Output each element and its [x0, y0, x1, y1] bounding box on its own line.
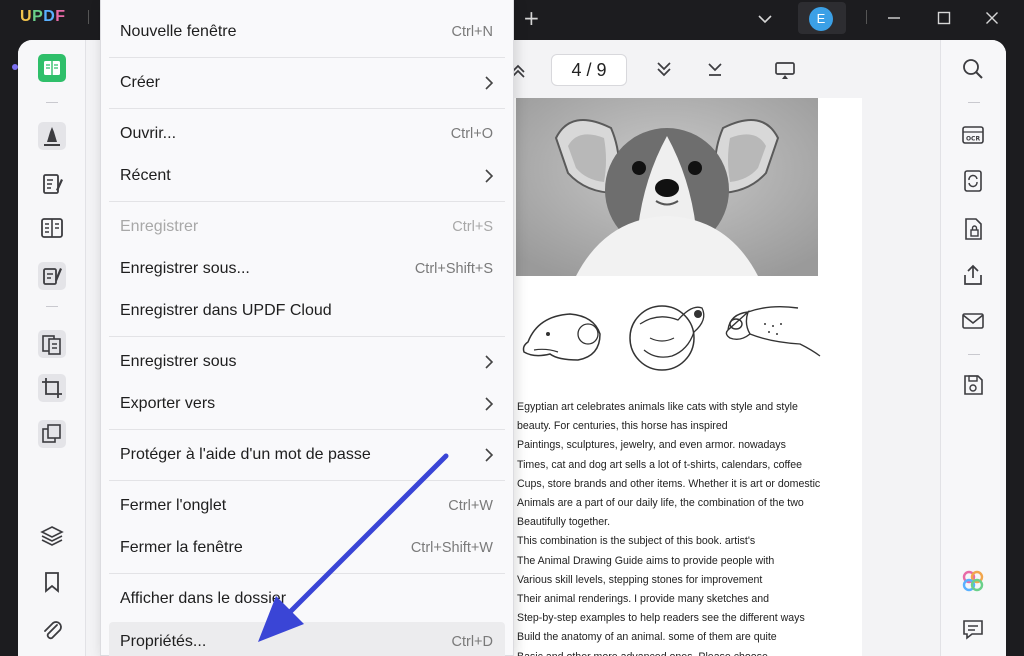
text-line: Times, cat and dog art sells a lot of t-… — [517, 458, 802, 471]
text-line: Build the anatomy of an animal. some of … — [517, 631, 777, 644]
text-line: Various skill levels, stepping stones fo… — [517, 573, 763, 586]
minimize-icon[interactable] — [886, 10, 902, 26]
email-icon[interactable] — [960, 308, 986, 334]
dog-head-sketch-2 — [629, 305, 705, 371]
menu-item-save: Enregistrer Ctrl+S — [120, 218, 493, 235]
menu-divider — [109, 108, 505, 109]
text-line: Beautifully together. — [517, 516, 611, 529]
chevron-right-icon — [485, 397, 494, 411]
text-line: Their animal renderings. I provide many … — [517, 593, 770, 606]
file-menu: Nouvelle fenêtre Ctrl+N Créer Ouvrir... … — [100, 0, 514, 656]
menu-item-close-window[interactable]: Fermer la fenêtre Ctrl+Shift+W — [109, 528, 505, 568]
updf-logo: UPDF — [20, 8, 66, 25]
pdf-page: Egyptian art celebrates animals like cat… — [498, 98, 862, 656]
text-line: Paintings, sculptures, jewelry, and even… — [517, 439, 786, 452]
last-page-icon[interactable] — [703, 58, 727, 82]
presentation-mode-icon[interactable] — [773, 58, 797, 82]
text-line: Step-by-step examples to help readers se… — [517, 612, 805, 625]
menu-divider — [109, 573, 505, 574]
menu-item-protect-password[interactable]: Protéger à l'aide d'un mot de passe — [109, 435, 505, 475]
svg-text:OCR: OCR — [966, 136, 981, 143]
right-toolbar: OCR — [940, 40, 1006, 656]
chevron-right-icon — [485, 76, 494, 90]
dog-muzzle-sketch — [725, 305, 821, 357]
reader-mode-icon[interactable] — [38, 54, 66, 82]
account-button[interactable]: E — [798, 2, 846, 34]
menu-item-save-as-submenu[interactable]: Enregistrer sous — [109, 342, 505, 382]
edit-pdf-icon[interactable] — [38, 170, 66, 198]
save-icon[interactable] — [960, 372, 986, 398]
page-organize-icon[interactable] — [38, 214, 66, 242]
page-number-field[interactable]: 4 / 9 — [551, 54, 627, 86]
dog-head-sketch-1 — [522, 313, 601, 361]
menu-item-show-in-folder[interactable]: Afficher dans le dossier — [109, 579, 505, 619]
toolbar-divider — [46, 102, 58, 103]
text-line: Basic and other more advanced ones. Plea… — [517, 648, 847, 656]
organize-pages-icon[interactable] — [38, 330, 66, 358]
bookmark-icon[interactable] — [38, 568, 66, 596]
avatar: E — [809, 7, 833, 31]
title-bar-divider — [866, 10, 867, 24]
toolbar-divider — [968, 102, 980, 103]
search-icon[interactable] — [960, 56, 986, 82]
updf-ai-icon[interactable] — [960, 568, 986, 594]
text-line: Cups, store brands and other items. Whet… — [517, 477, 821, 490]
fill-sign-icon[interactable] — [38, 262, 66, 290]
text-line: The Animal Drawing Guide aims to provide… — [517, 554, 775, 567]
menu-divider — [109, 57, 505, 58]
tab-list-chevron-icon[interactable] — [757, 11, 773, 27]
text-line: This combination is the subject of this … — [517, 535, 756, 548]
chevron-right-icon — [485, 355, 494, 369]
menu-item-recent[interactable]: Récent — [109, 156, 505, 196]
text-line: Egyptian art celebrates animals like cat… — [517, 401, 798, 413]
text-line: beauty. For centuries, this horse has in… — [517, 420, 728, 433]
comments-icon[interactable] — [960, 616, 986, 642]
page-body-text: Egyptian art celebrates animals like cat… — [517, 398, 847, 656]
highlighter-comment-icon[interactable] — [38, 122, 66, 150]
chevron-right-icon — [485, 448, 494, 462]
menu-divider — [109, 480, 505, 481]
close-icon[interactable] — [984, 10, 1000, 26]
attachment-icon[interactable] — [38, 616, 66, 644]
corgi-puppy-photo — [516, 98, 818, 276]
convert-pdf-icon[interactable] — [960, 168, 986, 194]
menu-item-save-to-cloud[interactable]: Enregistrer dans UPDF Cloud — [109, 291, 505, 331]
ocr-icon[interactable]: OCR — [960, 122, 986, 148]
protect-pdf-icon[interactable] — [960, 216, 986, 242]
maximize-icon[interactable] — [936, 10, 952, 26]
menu-divider — [109, 429, 505, 430]
toolbar-divider — [968, 354, 980, 355]
menu-item-properties[interactable]: Propriétés... Ctrl+D — [109, 622, 505, 656]
left-toolbar — [18, 40, 86, 656]
menu-item-close-tab[interactable]: Fermer l'onglet Ctrl+W — [109, 486, 505, 526]
batch-tools-icon[interactable] — [38, 420, 66, 448]
chevron-right-icon — [485, 169, 494, 183]
menu-divider — [109, 336, 505, 337]
crop-pages-icon[interactable] — [38, 374, 66, 402]
menu-item-save-as[interactable]: Enregistrer sous... Ctrl+Shift+S — [109, 249, 505, 289]
menu-divider — [109, 201, 505, 202]
menu-item-open[interactable]: Ouvrir... Ctrl+O — [109, 114, 505, 154]
new-tab-plus-icon[interactable]: + — [523, 8, 540, 28]
text-line: Animals are a part of our daily life, th… — [517, 497, 804, 510]
menu-item-new-window[interactable]: Nouvelle fenêtre Ctrl+N — [109, 12, 505, 52]
layers-icon[interactable] — [38, 522, 66, 550]
menu-item-export-to[interactable]: Exporter vers — [109, 384, 505, 424]
share-icon[interactable] — [960, 262, 986, 288]
title-bar-divider — [88, 10, 89, 24]
toolbar-divider — [46, 306, 58, 307]
menu-item-create[interactable]: Créer — [109, 63, 505, 103]
next-page-chevrons-icon[interactable] — [652, 58, 676, 82]
